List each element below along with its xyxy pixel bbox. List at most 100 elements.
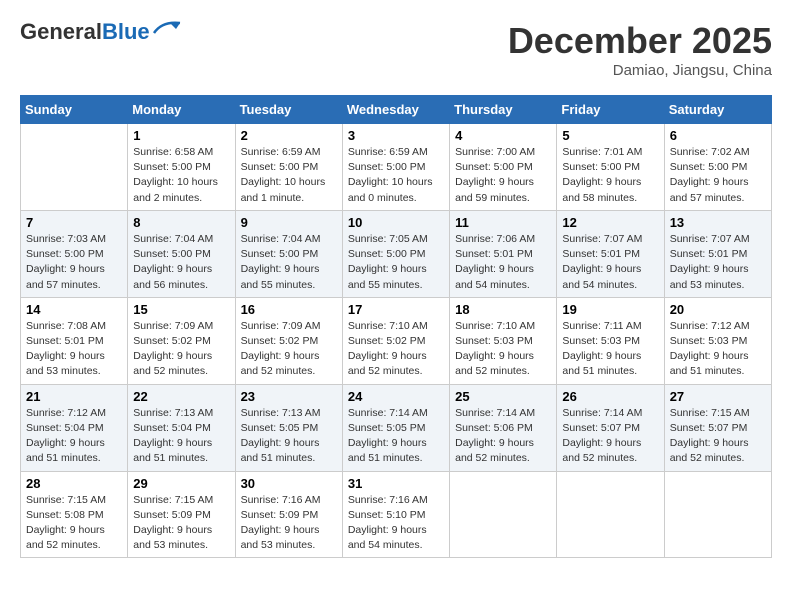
day-number: 18 — [455, 302, 551, 317]
day-info: Sunrise: 7:14 AM Sunset: 5:06 PM Dayligh… — [455, 406, 551, 467]
calendar-cell: 25 Sunrise: 7:14 AM Sunset: 5:06 PM Dayli… — [450, 384, 557, 471]
day-info: Sunrise: 7:01 AM Sunset: 5:00 PM Dayligh… — [562, 145, 658, 206]
weekday-header-friday: Friday — [557, 96, 664, 124]
calendar-cell: 12 Sunrise: 7:07 AM Sunset: 5:01 PM Dayli… — [557, 210, 664, 297]
calendar-cell: 14 Sunrise: 7:08 AM Sunset: 5:01 PM Dayli… — [21, 297, 128, 384]
day-info: Sunrise: 7:12 AM Sunset: 5:04 PM Dayligh… — [26, 406, 122, 467]
calendar-cell: 17 Sunrise: 7:10 AM Sunset: 5:02 PM Dayli… — [342, 297, 449, 384]
day-number: 24 — [348, 389, 444, 404]
calendar-cell: 5 Sunrise: 7:01 AM Sunset: 5:00 PM Daylig… — [557, 124, 664, 211]
calendar-cell: 8 Sunrise: 7:04 AM Sunset: 5:00 PM Daylig… — [128, 210, 235, 297]
day-info: Sunrise: 7:15 AM Sunset: 5:09 PM Dayligh… — [133, 493, 229, 554]
day-number: 23 — [241, 389, 337, 404]
day-number: 2 — [241, 128, 337, 143]
calendar-cell: 21 Sunrise: 7:12 AM Sunset: 5:04 PM Dayli… — [21, 384, 128, 471]
calendar-cell: 6 Sunrise: 7:02 AM Sunset: 5:00 PM Daylig… — [664, 124, 771, 211]
day-number: 25 — [455, 389, 551, 404]
day-number: 12 — [562, 215, 658, 230]
day-number: 14 — [26, 302, 122, 317]
day-info: Sunrise: 7:12 AM Sunset: 5:03 PM Dayligh… — [670, 319, 766, 380]
weekday-header-thursday: Thursday — [450, 96, 557, 124]
page-header: GeneralBlue December 2025 Damiao, Jiangs… — [20, 20, 772, 79]
day-number: 8 — [133, 215, 229, 230]
day-number: 13 — [670, 215, 766, 230]
calendar-cell: 29 Sunrise: 7:15 AM Sunset: 5:09 PM Dayli… — [128, 471, 235, 558]
month-title: December 2025 — [508, 20, 772, 62]
day-number: 15 — [133, 302, 229, 317]
calendar-week-3: 14 Sunrise: 7:08 AM Sunset: 5:01 PM Dayli… — [21, 297, 772, 384]
calendar-cell: 15Sunrise: 7:09 AM Sunset: 5:02 PM Dayli… — [128, 297, 235, 384]
calendar-week-1: 1 Sunrise: 6:58 AM Sunset: 5:00 PM Daylig… — [21, 124, 772, 211]
day-info: Sunrise: 7:04 AM Sunset: 5:00 PM Dayligh… — [133, 232, 229, 293]
day-info: Sunrise: 7:11 AM Sunset: 5:03 PM Dayligh… — [562, 319, 658, 380]
day-number: 29 — [133, 476, 229, 491]
weekday-header-monday: Monday — [128, 96, 235, 124]
logo-wing-icon — [152, 19, 182, 37]
calendar-cell: 23 Sunrise: 7:13 AM Sunset: 5:05 PM Dayli… — [235, 384, 342, 471]
day-number: 5 — [562, 128, 658, 143]
title-block: December 2025 Damiao, Jiangsu, China — [508, 20, 772, 79]
calendar-cell: 18 Sunrise: 7:10 AM Sunset: 5:03 PM Dayli… — [450, 297, 557, 384]
calendar-cell — [21, 124, 128, 211]
calendar-cell: 22 Sunrise: 7:13 AM Sunset: 5:04 PM Dayli… — [128, 384, 235, 471]
day-number: 9 — [241, 215, 337, 230]
day-info: Sunrise: 7:03 AM Sunset: 5:00 PM Dayligh… — [26, 232, 122, 293]
day-info: Sunrise: 7:05 AM Sunset: 5:00 PM Dayligh… — [348, 232, 444, 293]
day-info: Sunrise: 7:06 AM Sunset: 5:01 PM Dayligh… — [455, 232, 551, 293]
calendar-body: 1 Sunrise: 6:58 AM Sunset: 5:00 PM Daylig… — [21, 124, 772, 558]
day-info: Sunrise: 7:00 AM Sunset: 5:00 PM Dayligh… — [455, 145, 551, 206]
calendar-cell: 13 Sunrise: 7:07 AM Sunset: 5:01 PM Dayli… — [664, 210, 771, 297]
location-text: Damiao, Jiangsu, China — [508, 62, 772, 79]
calendar-cell: 7Sunrise: 7:03 AM Sunset: 5:00 PM Daylig… — [21, 210, 128, 297]
day-info: Sunrise: 7:10 AM Sunset: 5:03 PM Dayligh… — [455, 319, 551, 380]
day-number: 1 — [133, 128, 229, 143]
weekday-header-saturday: Saturday — [664, 96, 771, 124]
day-info: Sunrise: 6:59 AM Sunset: 5:00 PM Dayligh… — [241, 145, 337, 206]
calendar-cell — [557, 471, 664, 558]
calendar-cell: 2 Sunrise: 6:59 AM Sunset: 5:00 PM Daylig… — [235, 124, 342, 211]
day-number: 4 — [455, 128, 551, 143]
calendar-week-4: 21 Sunrise: 7:12 AM Sunset: 5:04 PM Dayli… — [21, 384, 772, 471]
day-number: 10 — [348, 215, 444, 230]
day-info: Sunrise: 7:08 AM Sunset: 5:01 PM Dayligh… — [26, 319, 122, 380]
day-number: 6 — [670, 128, 766, 143]
logo-text: GeneralBlue — [20, 20, 150, 44]
calendar-cell: 31 Sunrise: 7:16 AM Sunset: 5:10 PM Dayli… — [342, 471, 449, 558]
day-number: 21 — [26, 389, 122, 404]
day-number: 28 — [26, 476, 122, 491]
calendar-cell: 9 Sunrise: 7:04 AM Sunset: 5:00 PM Daylig… — [235, 210, 342, 297]
day-number: 17 — [348, 302, 444, 317]
day-number: 3 — [348, 128, 444, 143]
calendar-week-2: 7Sunrise: 7:03 AM Sunset: 5:00 PM Daylig… — [21, 210, 772, 297]
weekday-header-sunday: Sunday — [21, 96, 128, 124]
day-info: Sunrise: 7:13 AM Sunset: 5:04 PM Dayligh… — [133, 406, 229, 467]
day-info: Sunrise: 7:07 AM Sunset: 5:01 PM Dayligh… — [670, 232, 766, 293]
day-number: 31 — [348, 476, 444, 491]
day-info: Sunrise: 7:10 AM Sunset: 5:02 PM Dayligh… — [348, 319, 444, 380]
day-number: 22 — [133, 389, 229, 404]
day-info: Sunrise: 6:58 AM Sunset: 5:00 PM Dayligh… — [133, 145, 229, 206]
day-number: 27 — [670, 389, 766, 404]
calendar-cell: 26 Sunrise: 7:14 AM Sunset: 5:07 PM Dayli… — [557, 384, 664, 471]
calendar-cell: 11Sunrise: 7:06 AM Sunset: 5:01 PM Dayli… — [450, 210, 557, 297]
calendar-cell: 10 Sunrise: 7:05 AM Sunset: 5:00 PM Dayli… — [342, 210, 449, 297]
day-info: Sunrise: 7:04 AM Sunset: 5:00 PM Dayligh… — [241, 232, 337, 293]
weekday-header-row: SundayMondayTuesdayWednesdayThursdayFrid… — [21, 96, 772, 124]
day-number: 30 — [241, 476, 337, 491]
day-number: 16 — [241, 302, 337, 317]
day-info: Sunrise: 7:07 AM Sunset: 5:01 PM Dayligh… — [562, 232, 658, 293]
day-info: Sunrise: 7:16 AM Sunset: 5:09 PM Dayligh… — [241, 493, 337, 554]
calendar-cell: 3Sunrise: 6:59 AM Sunset: 5:00 PM Daylig… — [342, 124, 449, 211]
calendar-cell: 1 Sunrise: 6:58 AM Sunset: 5:00 PM Daylig… — [128, 124, 235, 211]
calendar-cell: 4 Sunrise: 7:00 AM Sunset: 5:00 PM Daylig… — [450, 124, 557, 211]
calendar-cell: 27Sunrise: 7:15 AM Sunset: 5:07 PM Dayli… — [664, 384, 771, 471]
day-info: Sunrise: 7:02 AM Sunset: 5:00 PM Dayligh… — [670, 145, 766, 206]
day-info: Sunrise: 7:16 AM Sunset: 5:10 PM Dayligh… — [348, 493, 444, 554]
day-info: Sunrise: 7:15 AM Sunset: 5:08 PM Dayligh… — [26, 493, 122, 554]
day-number: 26 — [562, 389, 658, 404]
day-info: Sunrise: 7:14 AM Sunset: 5:07 PM Dayligh… — [562, 406, 658, 467]
weekday-header-tuesday: Tuesday — [235, 96, 342, 124]
day-number: 20 — [670, 302, 766, 317]
day-number: 19 — [562, 302, 658, 317]
day-info: Sunrise: 7:13 AM Sunset: 5:05 PM Dayligh… — [241, 406, 337, 467]
